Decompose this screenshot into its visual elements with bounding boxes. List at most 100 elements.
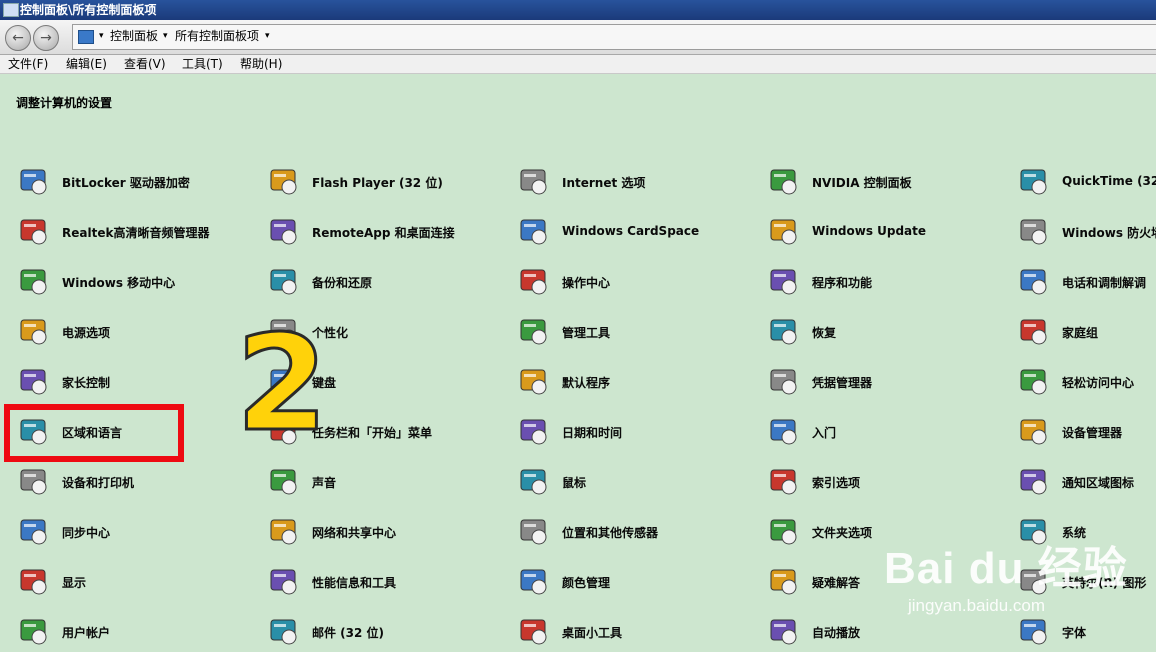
control-panel-item-label: QuickTime (32: [1062, 174, 1156, 188]
fonts-icon: [1020, 619, 1047, 645]
control-panel-item[interactable]: 邮件 (32 位): [268, 616, 508, 652]
menu-bar: 文件(F) 编辑(E) 查看(V) 工具(T) 帮助(H): [0, 55, 1156, 74]
network-icon: [270, 519, 297, 545]
control-panel-item-label: 疑难解答: [812, 576, 861, 590]
control-panel-item-label: 鼠标: [562, 476, 587, 490]
color-management-icon: [520, 569, 547, 595]
address-bar[interactable]: ▾ 控制面板 ▾ 所有控制面板项 ▾: [72, 24, 1156, 50]
control-panel-item[interactable]: 管理工具: [518, 316, 758, 352]
speaker-icon: [270, 469, 297, 495]
getting-started-icon: [770, 419, 797, 445]
ease-of-access-icon: [1020, 369, 1047, 395]
menu-view[interactable]: 查看(V): [124, 55, 166, 73]
breadcrumb-control-panel[interactable]: 控制面板: [110, 25, 158, 48]
control-panel-item-label: RemoteApp 和桌面连接: [312, 226, 455, 240]
control-panel-item[interactable]: 网络和共享中心: [268, 516, 508, 552]
address-toolbar: ← → ▾ 控制面板 ▾ 所有控制面板项 ▾: [0, 20, 1156, 55]
watermark-logo: Bai du 经验: [884, 544, 1128, 593]
control-panel-item[interactable]: 操作中心: [518, 266, 758, 302]
remoteapp-icon: [270, 219, 297, 245]
control-panel-item[interactable]: 设备和打印机: [18, 466, 258, 502]
control-panel-item[interactable]: 鼠标: [518, 466, 758, 502]
control-panel-item-label: 索引选项: [812, 476, 861, 490]
chevron-down-icon[interactable]: ▾: [99, 25, 104, 48]
control-panel-item[interactable]: Internet 选项: [518, 166, 758, 202]
windows-update-icon: [770, 219, 797, 245]
control-panel-item[interactable]: 程序和功能: [768, 266, 1008, 302]
phone-modem-icon: [1020, 269, 1047, 295]
menu-file[interactable]: 文件(F): [8, 55, 48, 73]
control-panel-item[interactable]: BitLocker 驱动器加密: [18, 166, 258, 202]
folder-options-icon: [770, 519, 797, 545]
control-panel-item-label: 自动播放: [812, 626, 861, 640]
control-panel-item[interactable]: QuickTime (32: [1018, 166, 1156, 202]
control-panel-item-label: BitLocker 驱动器加密: [62, 176, 190, 190]
control-panel-item[interactable]: 凭据管理器: [768, 366, 1008, 402]
page-title: 调整计算机的设置: [16, 96, 113, 110]
control-panel-icon: [3, 3, 19, 17]
control-panel-item[interactable]: 日期和时间: [518, 416, 758, 452]
menu-help[interactable]: 帮助(H): [240, 55, 282, 73]
control-panel-item[interactable]: 通知区域图标: [1018, 466, 1156, 502]
control-panel-item-label: 设备和打印机: [62, 476, 135, 490]
chevron-down-icon[interactable]: ▾: [265, 25, 270, 48]
control-panel-item-label: 默认程序: [562, 376, 611, 390]
location-sensor-icon: [520, 519, 547, 545]
gadgets-icon: [520, 619, 547, 645]
control-panel-item-label: Windows 防火墙: [1062, 226, 1156, 240]
control-panel-item[interactable]: 默认程序: [518, 366, 758, 402]
control-panel-item-label: 声音: [312, 476, 337, 490]
menu-edit[interactable]: 编辑(E): [66, 55, 107, 73]
control-panel-item[interactable]: Realtek高清晰音频管理器: [18, 216, 258, 252]
control-panel-item[interactable]: 用户帐户: [18, 616, 258, 652]
control-panel-item[interactable]: 入门: [768, 416, 1008, 452]
control-panel-item[interactable]: 同步中心: [18, 516, 258, 552]
control-panel-item[interactable]: Flash Player (32 位): [268, 166, 508, 202]
control-panel-item[interactable]: 性能信息和工具: [268, 566, 508, 602]
control-panel-item[interactable]: 设备管理器: [1018, 416, 1156, 452]
control-panel-item[interactable]: 自动播放: [768, 616, 1008, 652]
internet-options-icon: [520, 169, 547, 195]
control-panel-item[interactable]: 声音: [268, 466, 508, 502]
control-panel-item-label: 邮件 (32 位): [312, 626, 385, 640]
control-panel-item[interactable]: Windows 防火墙: [1018, 216, 1156, 252]
menu-tools[interactable]: 工具(T): [182, 55, 223, 73]
mail-icon: [270, 619, 297, 645]
control-panel-item-label: 备份和还原: [312, 276, 373, 290]
control-panel-item-label: 程序和功能: [812, 276, 873, 290]
control-panel-item[interactable]: 家庭组: [1018, 316, 1156, 352]
backup-restore-icon: [270, 269, 297, 295]
credential-safe-icon: [770, 369, 797, 395]
control-panel-item[interactable]: 显示: [18, 566, 258, 602]
chevron-down-icon[interactable]: ▾: [163, 25, 168, 48]
control-panel-item-label: 同步中心: [62, 526, 111, 540]
control-panel-item[interactable]: 电话和调制解调: [1018, 266, 1156, 302]
realtek-audio-icon: [20, 219, 47, 245]
control-panel-item[interactable]: 备份和还原: [268, 266, 508, 302]
control-panel-item[interactable]: 家长控制: [18, 366, 258, 402]
printer-icon: [20, 469, 47, 495]
control-panel-item[interactable]: RemoteApp 和桌面连接: [268, 216, 508, 252]
control-panel-item[interactable]: 字体: [1018, 616, 1156, 652]
control-panel-item[interactable]: NVIDIA 控制面板: [768, 166, 1008, 202]
autoplay-icon: [770, 619, 797, 645]
control-panel-item[interactable]: 颜色管理: [518, 566, 758, 602]
control-panel-item[interactable]: 恢复: [768, 316, 1008, 352]
power-battery-icon: [20, 319, 47, 345]
control-panel-item[interactable]: 索引选项: [768, 466, 1008, 502]
control-panel-item[interactable]: Windows Update: [768, 216, 1008, 252]
control-panel-item-label: Internet 选项: [562, 176, 646, 190]
control-panel-item[interactable]: 位置和其他传感器: [518, 516, 758, 552]
control-panel-item[interactable]: Windows 移动中心: [18, 266, 258, 302]
back-button[interactable]: ←: [5, 25, 31, 51]
control-panel-item[interactable]: 轻松访问中心: [1018, 366, 1156, 402]
control-panel-item[interactable]: 桌面小工具: [518, 616, 758, 652]
cardspace-icon: [520, 219, 547, 245]
user-accounts-icon: [20, 619, 47, 645]
control-panel-item[interactable]: 电源选项: [18, 316, 258, 352]
forward-button[interactable]: →: [33, 25, 59, 51]
control-panel-item-label: Flash Player (32 位): [312, 176, 443, 190]
control-panel-item-label: 恢复: [812, 326, 837, 340]
breadcrumb-all-items[interactable]: 所有控制面板项: [175, 25, 259, 48]
control-panel-item[interactable]: Windows CardSpace: [518, 216, 758, 252]
